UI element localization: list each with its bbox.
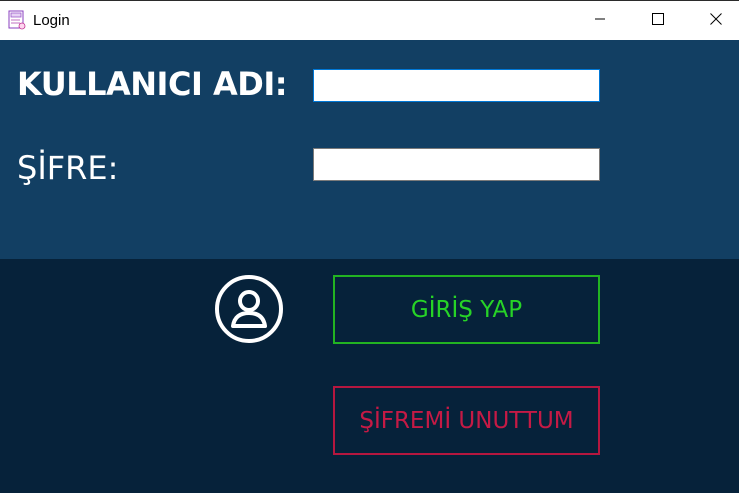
credentials-panel: KULLANICI ADI: ŞİFRE: [0, 40, 739, 259]
password-input[interactable] [313, 148, 600, 181]
close-icon [710, 12, 722, 30]
maximize-icon [652, 12, 664, 30]
password-label: ŞİFRE: [17, 149, 119, 187]
username-label: KULLANICI ADI: [17, 65, 288, 103]
app-icon [8, 10, 26, 30]
forgot-password-button[interactable]: ŞİFREMİ UNUTTUM [333, 386, 600, 455]
maximize-button[interactable] [629, 1, 687, 40]
user-avatar-icon [214, 274, 284, 344]
username-input[interactable] [313, 69, 600, 102]
actions-panel: GİRİŞ YAP ŞİFREMİ UNUTTUM [0, 259, 739, 493]
close-button[interactable] [687, 1, 739, 40]
minimize-button[interactable] [571, 1, 629, 40]
window-title: Login [33, 12, 70, 29]
login-button[interactable]: GİRİŞ YAP [333, 275, 600, 344]
title-bar[interactable]: Login [0, 1, 739, 40]
minimize-icon [594, 12, 606, 30]
login-window: Login KULLANICI ADI: ŞİFRE: GİRİŞ YAP Şİ… [0, 0, 739, 493]
